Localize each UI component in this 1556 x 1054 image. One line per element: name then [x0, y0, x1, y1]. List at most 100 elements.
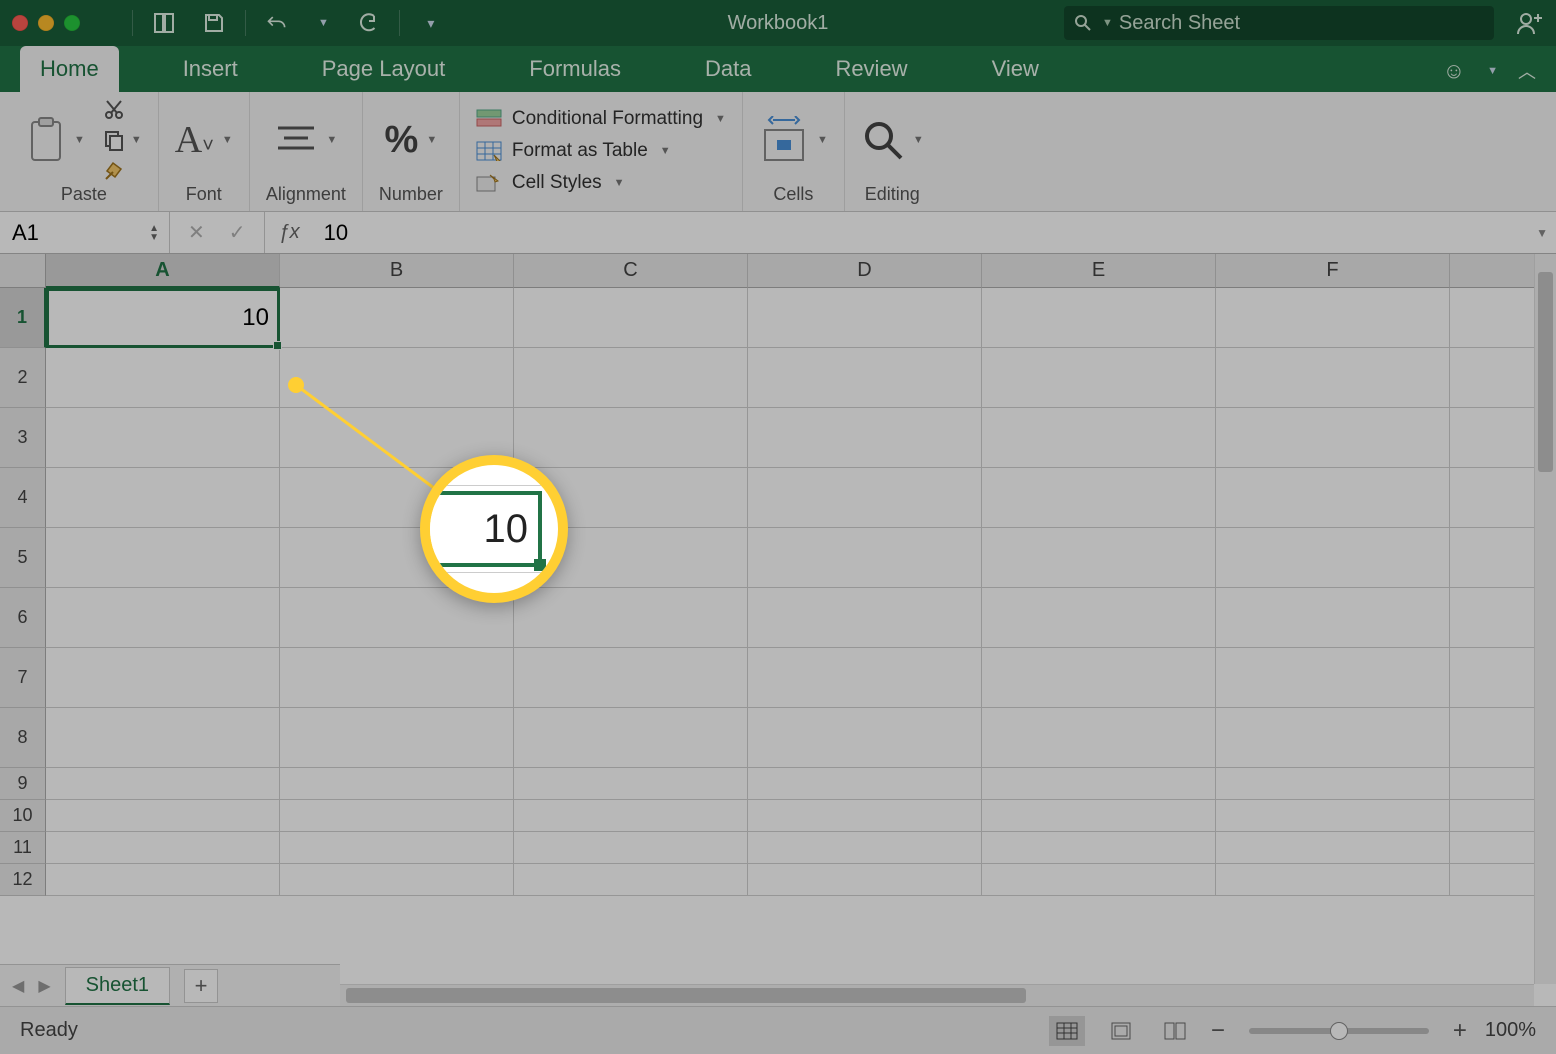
cell-f2[interactable]	[1216, 348, 1450, 408]
row-header-3[interactable]: 3	[0, 408, 46, 468]
column-header-e[interactable]: E	[982, 254, 1216, 288]
cell-d11[interactable]	[748, 832, 982, 864]
column-header-b[interactable]: B	[280, 254, 514, 288]
cell-b2[interactable]	[280, 348, 514, 408]
cell-d8[interactable]	[748, 708, 982, 768]
cell-d4[interactable]	[748, 468, 982, 528]
number-icon[interactable]: %	[385, 119, 419, 162]
enter-formula-icon[interactable]: ✓	[229, 220, 246, 245]
horizontal-scrollbar[interactable]	[340, 984, 1534, 1006]
cell-b10[interactable]	[280, 800, 514, 832]
cell-e7[interactable]	[982, 648, 1216, 708]
cut-button[interactable]	[103, 99, 142, 121]
cell-b12[interactable]	[280, 864, 514, 896]
alignment-icon[interactable]	[274, 122, 318, 158]
font-dropdown-icon[interactable]: ▼	[222, 134, 233, 146]
redo-icon[interactable]	[357, 12, 379, 34]
tab-insert[interactable]: Insert	[163, 46, 258, 92]
cell-g5[interactable]	[1450, 528, 1534, 588]
cell-styles-button[interactable]: Cell Styles ▼	[476, 172, 726, 194]
cell-c11[interactable]	[514, 832, 748, 864]
cell-e11[interactable]	[982, 832, 1216, 864]
row-header-12[interactable]: 12	[0, 864, 46, 896]
cell-c6[interactable]	[514, 588, 748, 648]
fullscreen-window-button[interactable]	[64, 15, 80, 31]
cell-e5[interactable]	[982, 528, 1216, 588]
vertical-scrollbar[interactable]	[1534, 254, 1556, 984]
row-header-2[interactable]: 2	[0, 348, 46, 408]
cell-f11[interactable]	[1216, 832, 1450, 864]
feedback-dropdown-icon[interactable]: ▼	[1487, 65, 1498, 77]
cell-b8[interactable]	[280, 708, 514, 768]
cell-f7[interactable]	[1216, 648, 1450, 708]
tab-home[interactable]: Home	[20, 46, 119, 92]
paste-dropdown-icon[interactable]: ▼	[74, 134, 85, 146]
cell-g10[interactable]	[1450, 800, 1534, 832]
cell-a4[interactable]	[46, 468, 280, 528]
cell-f6[interactable]	[1216, 588, 1450, 648]
copy-button[interactable]: ▼	[103, 129, 142, 151]
cell-f5[interactable]	[1216, 528, 1450, 588]
cell-f8[interactable]	[1216, 708, 1450, 768]
name-box[interactable]: A1 ▲▼	[0, 212, 170, 253]
cancel-formula-icon[interactable]: ✕	[188, 220, 205, 245]
cell-g8[interactable]	[1450, 708, 1534, 768]
cell-g2[interactable]	[1450, 348, 1534, 408]
paste-button[interactable]	[26, 116, 66, 164]
share-icon[interactable]	[1516, 10, 1544, 36]
cell-e8[interactable]	[982, 708, 1216, 768]
row-header-9[interactable]: 9	[0, 768, 46, 800]
search-sheet-input[interactable]: ▼ Search Sheet	[1064, 6, 1494, 40]
cell-f12[interactable]	[1216, 864, 1450, 896]
cell-d2[interactable]	[748, 348, 982, 408]
cell-d5[interactable]	[748, 528, 982, 588]
column-header-g[interactable]: G	[1450, 254, 1534, 288]
cells-icon[interactable]	[759, 116, 809, 164]
select-all-corner[interactable]	[0, 254, 46, 288]
cell-f9[interactable]	[1216, 768, 1450, 800]
cell-a10[interactable]	[46, 800, 280, 832]
cell-e12[interactable]	[982, 864, 1216, 896]
cell-g9[interactable]	[1450, 768, 1534, 800]
cell-f3[interactable]	[1216, 408, 1450, 468]
expand-formula-bar-icon[interactable]: ▼	[1536, 226, 1548, 240]
formula-input[interactable]: 10 ▼	[314, 212, 1556, 253]
tab-review[interactable]: Review	[815, 46, 927, 92]
qat-customize-icon[interactable]: ▾	[420, 12, 442, 34]
sheet-nav-next-icon[interactable]: ▶	[38, 976, 50, 996]
zoom-slider[interactable]	[1249, 1028, 1429, 1034]
cell-g6[interactable]	[1450, 588, 1534, 648]
cell-c2[interactable]	[514, 348, 748, 408]
cell-f10[interactable]	[1216, 800, 1450, 832]
column-header-d[interactable]: D	[748, 254, 982, 288]
minimize-window-button[interactable]	[38, 15, 54, 31]
row-header-5[interactable]: 5	[0, 528, 46, 588]
undo-dropdown-icon[interactable]: ▼	[318, 17, 329, 29]
workbook-icon[interactable]	[153, 12, 175, 34]
number-dropdown-icon[interactable]: ▼	[426, 134, 437, 146]
cell-e9[interactable]	[982, 768, 1216, 800]
cell-a1[interactable]	[46, 288, 280, 348]
cell-g7[interactable]	[1450, 648, 1534, 708]
row-header-7[interactable]: 7	[0, 648, 46, 708]
tab-page-layout[interactable]: Page Layout	[302, 46, 466, 92]
cell-a11[interactable]	[46, 832, 280, 864]
cell-d9[interactable]	[748, 768, 982, 800]
cell-f4[interactable]	[1216, 468, 1450, 528]
cell-f1[interactable]	[1216, 288, 1450, 348]
cell-a9[interactable]	[46, 768, 280, 800]
cell-e6[interactable]	[982, 588, 1216, 648]
editing-dropdown-icon[interactable]: ▼	[913, 134, 924, 146]
sheet-nav-prev-icon[interactable]: ◀	[12, 976, 24, 996]
cell-g12[interactable]	[1450, 864, 1534, 896]
cell-a6[interactable]	[46, 588, 280, 648]
tab-view[interactable]: View	[972, 46, 1059, 92]
cell-c10[interactable]	[514, 800, 748, 832]
cell-c9[interactable]	[514, 768, 748, 800]
cell-b11[interactable]	[280, 832, 514, 864]
cell-a3[interactable]	[46, 408, 280, 468]
feedback-smiley-icon[interactable]: ☺	[1443, 58, 1465, 84]
cell-e4[interactable]	[982, 468, 1216, 528]
cell-d1[interactable]	[748, 288, 982, 348]
format-painter-button[interactable]	[103, 159, 142, 181]
